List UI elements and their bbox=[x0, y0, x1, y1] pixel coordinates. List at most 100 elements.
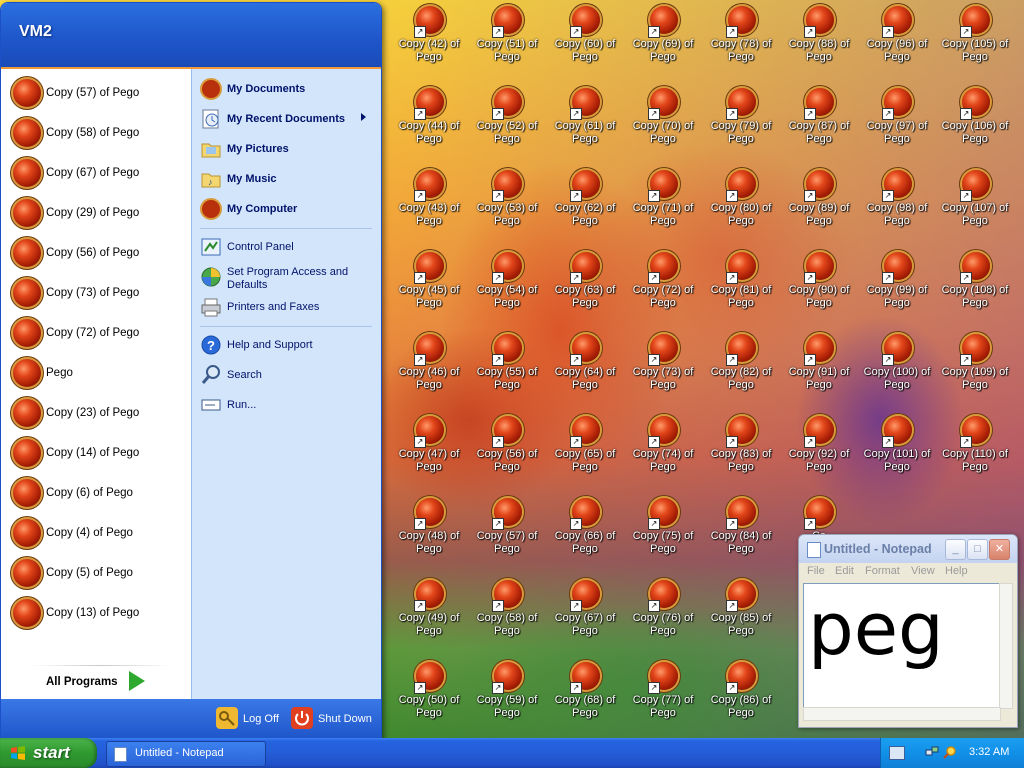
desktop-shortcut[interactable]: ↗ Copy (64) of Pego bbox=[546, 330, 624, 410]
all-programs-button[interactable]: All Programs bbox=[1, 665, 191, 699]
set-program-access-item[interactable]: Set Program Access and Defaults bbox=[200, 263, 376, 297]
desktop-shortcut[interactable]: ↗ Copy (97) of Pego bbox=[858, 84, 936, 164]
log-off-button[interactable]: Log Off bbox=[216, 706, 286, 732]
vertical-scrollbar[interactable] bbox=[999, 583, 1013, 709]
desktop-shortcut[interactable]: ↗ Copy (73) of Pego bbox=[624, 330, 702, 410]
desktop-shortcut[interactable]: ↗ Copy (109) of Pego bbox=[936, 330, 1014, 410]
desktop-shortcut[interactable]: ↗ Copy (76) of Pego bbox=[624, 576, 702, 656]
desktop-shortcut[interactable]: ↗ Copy (47) of Pego bbox=[390, 412, 468, 492]
desktop-shortcut[interactable]: ↗ Copy (62) of Pego bbox=[546, 166, 624, 246]
control-panel-item[interactable]: Control Panel bbox=[200, 233, 376, 261]
desktop-shortcut[interactable]: ↗ Copy (59) of Pego bbox=[468, 658, 546, 738]
pinned-program-item[interactable]: Copy (6) of Pego bbox=[11, 477, 186, 511]
desktop-shortcut[interactable]: ↗ Copy (71) of Pego bbox=[624, 166, 702, 246]
desktop-shortcut[interactable]: ↗ Copy (85) of Pego bbox=[702, 576, 780, 656]
desktop-shortcut[interactable]: ↗ Copy (90) of Pego bbox=[780, 248, 858, 328]
desktop-shortcut[interactable]: ↗ Copy (54) of Pego bbox=[468, 248, 546, 328]
desktop-shortcut[interactable]: ↗ Copy (91) of Pego bbox=[780, 330, 858, 410]
desktop-shortcut[interactable]: ↗ Copy (68) of Pego bbox=[546, 658, 624, 738]
maximize-button[interactable]: □ bbox=[967, 539, 988, 560]
run-item[interactable]: Run... bbox=[200, 391, 376, 419]
desktop-shortcut[interactable]: ↗ Copy (43) of Pego bbox=[390, 166, 468, 246]
close-button[interactable]: ✕ bbox=[989, 539, 1010, 560]
taskbar-notepad-button[interactable]: Untitled - Notepad bbox=[106, 741, 266, 767]
desktop-shortcut[interactable]: ↗ Copy (79) of Pego bbox=[702, 84, 780, 164]
pinned-program-item[interactable]: Copy (13) of Pego bbox=[11, 597, 186, 631]
desktop-shortcut[interactable]: ↗ Copy (50) of Pego bbox=[390, 658, 468, 738]
desktop-shortcut[interactable]: ↗ Copy (88) of Pego bbox=[780, 2, 858, 82]
desktop-shortcut[interactable]: ↗ Copy (55) of Pego bbox=[468, 330, 546, 410]
desktop-shortcut[interactable]: ↗ Copy (108) of Pego bbox=[936, 248, 1014, 328]
desktop-shortcut[interactable]: ↗ Copy (80) of Pego bbox=[702, 166, 780, 246]
desktop-shortcut[interactable]: ↗ Copy (53) of Pego bbox=[468, 166, 546, 246]
menu-edit[interactable]: Edit bbox=[835, 565, 854, 577]
pinned-program-item[interactable]: Pego bbox=[11, 357, 186, 391]
desktop-shortcut[interactable]: ↗ Copy (83) of Pego bbox=[702, 412, 780, 492]
desktop-shortcut[interactable]: ↗ Copy (106) of Pego bbox=[936, 84, 1014, 164]
desktop-shortcut[interactable]: ↗ Copy (52) of Pego bbox=[468, 84, 546, 164]
minimize-button[interactable]: _ bbox=[945, 539, 966, 560]
desktop-shortcut[interactable]: ↗ Copy (69) of Pego bbox=[624, 2, 702, 82]
desktop-shortcut[interactable]: ↗ Copy (65) of Pego bbox=[546, 412, 624, 492]
desktop-shortcut[interactable]: ↗ Copy (110) of Pego bbox=[936, 412, 1014, 492]
desktop-shortcut[interactable]: ↗ Copy (105) of Pego bbox=[936, 2, 1014, 82]
desktop-shortcut[interactable]: ↗ Copy (72) of Pego bbox=[624, 248, 702, 328]
pinned-program-item[interactable]: Copy (73) of Pego bbox=[11, 277, 186, 311]
desktop-shortcut[interactable]: ↗ Copy (77) of Pego bbox=[624, 658, 702, 738]
desktop-shortcut[interactable]: ↗ Copy (42) of Pego bbox=[390, 2, 468, 82]
my-music-item[interactable]: ♪ My Music bbox=[200, 165, 376, 193]
keyboard-icon[interactable] bbox=[889, 746, 905, 760]
desktop-shortcut[interactable]: ↗ Copy (61) of Pego bbox=[546, 84, 624, 164]
desktop-shortcut[interactable]: ↗ Copy (58) of Pego bbox=[468, 576, 546, 656]
menu-format[interactable]: Format bbox=[865, 565, 900, 577]
horizontal-scrollbar[interactable] bbox=[803, 707, 1001, 721]
menu-view[interactable]: View bbox=[911, 565, 935, 577]
desktop-shortcut[interactable]: ↗ Copy (44) of Pego bbox=[390, 84, 468, 164]
pinned-program-item[interactable]: Copy (56) of Pego bbox=[11, 237, 186, 271]
desktop-shortcut[interactable]: ↗ Copy (81) of Pego bbox=[702, 248, 780, 328]
desktop-shortcut[interactable]: ↗ Copy (70) of Pego bbox=[624, 84, 702, 164]
desktop-shortcut[interactable]: ↗ Copy (86) of Pego bbox=[702, 658, 780, 738]
pinned-program-item[interactable]: Copy (72) of Pego bbox=[11, 317, 186, 351]
pinned-program-item[interactable]: Copy (14) of Pego bbox=[11, 437, 186, 471]
desktop-shortcut[interactable]: ↗ Copy (84) of Pego bbox=[702, 494, 780, 574]
desktop-shortcut[interactable]: ↗ Copy (46) of Pego bbox=[390, 330, 468, 410]
notepad-window[interactable]: Untitled - Notepad _ □ ✕ File Edit Forma… bbox=[798, 534, 1018, 728]
desktop-shortcut[interactable]: ↗ Copy (49) of Pego bbox=[390, 576, 468, 656]
desktop-shortcut[interactable]: ↗ Copy (67) of Pego bbox=[546, 576, 624, 656]
search-icon[interactable] bbox=[943, 745, 957, 759]
desktop-shortcut[interactable]: ↗ Copy (57) of Pego bbox=[468, 494, 546, 574]
desktop-shortcut[interactable]: ↗ Copy (96) of Pego bbox=[858, 2, 936, 82]
search-item[interactable]: Search bbox=[200, 361, 376, 389]
notepad-titlebar[interactable]: Untitled - Notepad _ □ ✕ bbox=[799, 535, 1017, 563]
desktop-shortcut[interactable]: ↗ Copy (66) of Pego bbox=[546, 494, 624, 574]
pinned-program-item[interactable]: Copy (58) of Pego bbox=[11, 117, 186, 151]
pinned-program-item[interactable]: Copy (4) of Pego bbox=[11, 517, 186, 551]
my-documents-item[interactable]: My Documents bbox=[200, 75, 376, 103]
desktop-shortcut[interactable]: ↗ Copy (101) of Pego bbox=[858, 412, 936, 492]
desktop-shortcut[interactable]: ↗ Copy (60) of Pego bbox=[546, 2, 624, 82]
desktop-shortcut[interactable]: ↗ Copy (92) of Pego bbox=[780, 412, 858, 492]
menu-help[interactable]: Help bbox=[945, 565, 968, 577]
desktop-shortcut[interactable]: ↗ Copy (48) of Pego bbox=[390, 494, 468, 574]
desktop-shortcut[interactable]: ↗ Copy (51) of Pego bbox=[468, 2, 546, 82]
desktop-shortcut[interactable]: ↗ Copy (74) of Pego bbox=[624, 412, 702, 492]
start-button[interactable]: start bbox=[0, 738, 97, 768]
printers-and-faxes-item[interactable]: Printers and Faxes bbox=[200, 293, 376, 321]
desktop-shortcut[interactable]: ↗ Copy (98) of Pego bbox=[858, 166, 936, 246]
help-and-support-item[interactable]: ? Help and Support bbox=[200, 331, 376, 359]
pinned-program-item[interactable]: Copy (67) of Pego bbox=[11, 157, 186, 191]
pinned-program-item[interactable]: Copy (23) of Pego bbox=[11, 397, 186, 431]
desktop-shortcut[interactable]: ↗ Copy (89) of Pego bbox=[780, 166, 858, 246]
desktop-shortcut[interactable]: ↗ Copy (56) of Pego bbox=[468, 412, 546, 492]
pinned-program-item[interactable]: Copy (57) of Pego bbox=[11, 77, 186, 111]
desktop-shortcut[interactable]: ↗ Copy (87) of Pego bbox=[780, 84, 858, 164]
pinned-program-item[interactable]: Copy (5) of Pego bbox=[11, 557, 186, 591]
desktop-shortcut[interactable]: ↗ Copy (45) of Pego bbox=[390, 248, 468, 328]
shut-down-button[interactable]: Shut Down bbox=[291, 706, 376, 732]
desktop-shortcut[interactable]: ↗ Copy (100) of Pego bbox=[858, 330, 936, 410]
my-pictures-item[interactable]: My Pictures bbox=[200, 135, 376, 163]
desktop-shortcut[interactable]: ↗ Copy (78) of Pego bbox=[702, 2, 780, 82]
desktop-shortcut[interactable]: ↗ Copy (82) of Pego bbox=[702, 330, 780, 410]
notepad-text-area[interactable]: peg bbox=[803, 583, 1001, 709]
